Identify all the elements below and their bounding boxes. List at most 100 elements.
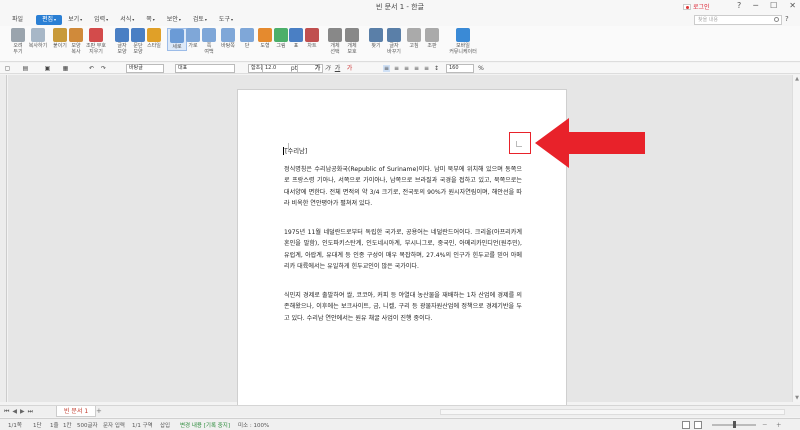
menu-label: 편집 (42, 16, 54, 23)
status-track-changes[interactable]: 변경 내용 [기록 중지] (180, 421, 230, 429)
ribbon-button-11[interactable]: 바탕쪽 (218, 28, 238, 49)
add-tab-button[interactable]: + (96, 407, 102, 415)
replace-icon (387, 28, 401, 42)
ribbon-button-12[interactable]: 단 (237, 28, 257, 49)
text-cursor (283, 147, 284, 155)
print-icon[interactable]: ▦ (62, 65, 69, 72)
document-tab-bar: ⏮ ◀ ▶ ⏭ 빈 문서 1 + (0, 405, 800, 417)
status-position: 미소 : 100% (238, 423, 270, 429)
zoom-slider-knob[interactable] (733, 421, 736, 428)
menu-label: 보기 (68, 16, 80, 23)
ribbon-button-0[interactable]: 오려 두기 (8, 28, 28, 55)
close-button[interactable]: ✕ (789, 1, 796, 10)
document-paragraph-1[interactable]: 정식명칭은 수리남공화국(Republic of Suriname)이다. 남미… (284, 164, 522, 210)
tab-document-1[interactable]: 빈 문서 1 (56, 406, 97, 417)
chevron-down-icon: ▾ (106, 17, 109, 22)
status-area: 1/1 구역 (132, 423, 153, 429)
document-paragraph-2[interactable]: 1975년 11월 네덜란드로부터 독립한 국가로, 공용어는 네덜란드어이다.… (284, 227, 522, 273)
ribbon-button-18[interactable]: 개체 보호 (342, 28, 362, 55)
bold-icon[interactable]: 가 (314, 65, 321, 72)
page-margin-marker (516, 141, 522, 147)
help-icon[interactable]: ? (785, 15, 789, 23)
ribbon-label: 바탕쪽 (221, 43, 235, 49)
save-icon[interactable]: ▣ (44, 65, 51, 72)
ribbon-label: 그림 (276, 43, 286, 49)
horizontal-scrollbar[interactable] (440, 409, 785, 415)
login-button[interactable]: 로그인 (683, 2, 710, 11)
page-view-icon[interactable] (694, 421, 702, 429)
menu-4[interactable]: 쪽 ▾ (140, 15, 161, 25)
align-justify-icon[interactable]: ≡ (383, 65, 390, 72)
document-paragraph-3[interactable]: 식민지 경제로 출발하여 쌀, 코코아, 커피 등 야열대 농산물을 재배하는 … (284, 290, 522, 324)
ribbon-button-23[interactable]: 모바일 커뮤니케이터 (446, 28, 480, 55)
help-button[interactable]: ? (737, 1, 741, 10)
menu-3[interactable]: 서식 ▾ (114, 15, 140, 25)
next-tab-icon[interactable]: ▶ (20, 408, 25, 416)
status-section: 1단 (33, 423, 42, 429)
menu-label: 보안 (166, 16, 178, 23)
find-icon (369, 28, 383, 42)
zoom-in-icon[interactable]: ＋ (776, 421, 782, 429)
document-heading[interactable]: [수리남] (285, 146, 307, 155)
align-right-icon[interactable]: ≡ (413, 65, 420, 72)
new-doc-icon[interactable]: ▢ (4, 65, 11, 72)
zoom-out-icon[interactable]: － (762, 421, 768, 429)
menu-7[interactable]: 도구 ▾ (213, 15, 239, 25)
ribbon-button-20[interactable]: 글자 바꾸기 (384, 28, 404, 55)
first-tab-icon[interactable]: ⏮ (4, 408, 9, 416)
style-select[interactable]: 바탕글 (126, 64, 164, 73)
scissors-icon (11, 28, 25, 42)
table-icon (289, 28, 303, 42)
zoom-input[interactable]: 160 (446, 64, 474, 73)
align-center-icon[interactable]: ≡ (403, 65, 410, 72)
font-color-icon[interactable]: 가 (346, 65, 353, 72)
status-page: 1/1쪽 (8, 423, 22, 429)
ribbon-button-19[interactable]: 찾기 (366, 28, 386, 49)
ribbon-button-4[interactable]: 조판 부호 지우기 (86, 28, 106, 55)
ribbon-button-22[interactable]: 조판 (422, 28, 442, 49)
open-icon[interactable]: ▤ (22, 65, 29, 72)
last-tab-icon[interactable]: ⏭ (28, 408, 33, 416)
ribbon-label: 모바일 커뮤니케이터 (449, 43, 477, 55)
distribute-icon[interactable]: ≡ (423, 65, 430, 72)
menu-1[interactable]: 보기 ▾ (62, 15, 88, 25)
copy-icon (31, 28, 45, 42)
format-painter-icon (69, 28, 83, 42)
ribbon-button-16[interactable]: 차트 (302, 28, 322, 49)
scroll-up-icon[interactable]: ▲ (794, 76, 800, 82)
italic-icon[interactable]: 가 (324, 65, 331, 72)
scroll-down-icon[interactable]: ▼ (794, 395, 800, 401)
shape-icon (258, 28, 272, 42)
underline-icon[interactable]: 가 (334, 65, 341, 72)
window-title: 빈 문서 1 - 한글 (375, 3, 425, 11)
prev-tab-icon[interactable]: ◀ (12, 408, 17, 416)
menu-5[interactable]: 보안 ▾ (161, 15, 187, 25)
chevron-down-icon: ▾ (230, 17, 233, 22)
search-input[interactable]: 찾을 내용 (694, 15, 782, 25)
ribbon-button-3[interactable]: 모양 복사 (66, 28, 86, 55)
maximize-button[interactable]: ☐ (770, 1, 777, 10)
ribbon-button-7[interactable]: 스타일 (144, 28, 164, 49)
ribbon-label: 쪽 여백 (204, 43, 214, 55)
ribbon-button-1[interactable]: 복사하기 (28, 28, 48, 49)
status-bar: 1/1쪽 1단 1줄 1칸 500글자 문자 입력 1/1 구역 삽입 변경 내… (0, 418, 800, 430)
line-spacing-icon[interactable]: ↕ (433, 65, 440, 72)
redo-icon[interactable]: ↷ (100, 65, 107, 72)
undo-icon[interactable]: ↶ (88, 65, 95, 72)
ribbon-label: 조판 (427, 43, 437, 49)
menu-label: 서식 (120, 16, 132, 23)
para-shape-icon (131, 28, 145, 42)
align-left-icon[interactable]: ≡ (393, 65, 400, 72)
language-select[interactable]: 대표 (175, 64, 235, 73)
ribbon-button-10[interactable]: 쪽 여백 (199, 28, 219, 55)
menu-0[interactable]: 편집 ▾ (36, 15, 63, 25)
menu-2[interactable]: 입력 ▾ (88, 15, 114, 25)
vertical-scrollbar[interactable]: ▲ ▼ (792, 75, 800, 402)
chevron-down-icon: ▾ (132, 17, 135, 22)
ribbon-label: 찾기 (371, 43, 381, 49)
menu-6[interactable]: 검토 ▾ (187, 15, 213, 25)
ribbon-button-21[interactable]: 고침 (404, 28, 424, 49)
status-insert[interactable]: 삽입 (160, 421, 170, 429)
normal-view-icon[interactable] (682, 421, 690, 429)
minimize-button[interactable]: ─ (753, 1, 758, 10)
